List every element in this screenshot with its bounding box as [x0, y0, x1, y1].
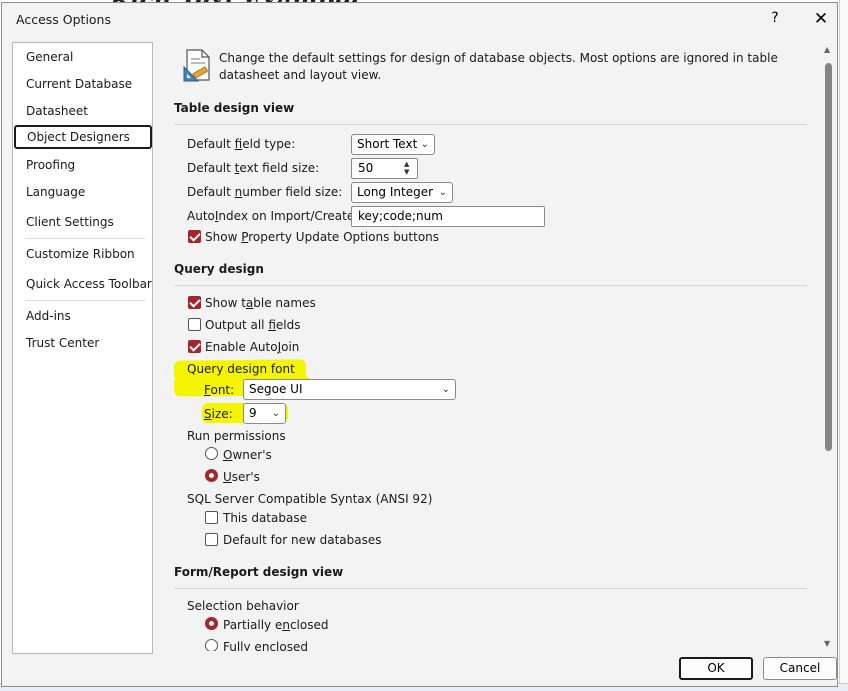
section-title-table-design: Table design view	[174, 101, 295, 115]
nav-item-object-designers[interactable]: Object Designers	[14, 125, 152, 149]
selection-behavior-label: Selection behavior	[187, 599, 299, 613]
cancel-button[interactable]: Cancel	[763, 657, 837, 680]
nav-item-language[interactable]: Language	[13, 180, 152, 204]
nav-item-current-database[interactable]: Current Database	[13, 72, 152, 96]
autoindex-input[interactable]: key;code;num	[351, 206, 545, 227]
spin-arrows-icon[interactable]: ▲ ▼	[404, 160, 413, 176]
sql-syntax-label: SQL Server Compatible Syntax (ANSI 92)	[187, 492, 433, 506]
ruler-document-icon	[183, 49, 210, 82]
chevron-down-icon: ⌄	[438, 187, 447, 198]
nav-item-datasheet[interactable]: Datasheet	[13, 99, 152, 123]
default-text-size-label: Default text field size:	[187, 161, 320, 175]
users-label: User's	[223, 470, 260, 484]
default-number-size-select[interactable]: Long Integer ⌄	[351, 182, 453, 203]
title-bar: Access Options ? ✕	[2, 3, 837, 35]
this-database-checkbox[interactable]	[205, 511, 218, 524]
show-table-names-checkbox[interactable]	[188, 296, 201, 309]
query-font-group-label: Query design font	[187, 362, 295, 376]
query-font-label: Font:	[204, 383, 235, 397]
query-font-select[interactable]: Segoe UI ⌄	[243, 379, 456, 400]
section-divider	[174, 588, 807, 589]
intro-text-line1: Change the default settings for design o…	[219, 51, 778, 65]
show-table-names-label: Show table names	[205, 296, 316, 310]
owners-label: Owner's	[223, 448, 272, 462]
help-button[interactable]: ?	[765, 10, 785, 30]
nav-item-client-settings[interactable]: Client Settings	[13, 210, 152, 234]
nav-item-proofing[interactable]: Proofing	[13, 153, 152, 177]
enable-autojoin-checkbox[interactable]	[188, 340, 201, 353]
section-title-query-design: Query design	[174, 262, 264, 276]
nav-item-trust-center[interactable]: Trust Center	[13, 331, 152, 355]
chevron-down-icon: ⌄	[420, 139, 429, 150]
autoindex-label: AutoIndex on Import/Create:	[187, 209, 359, 223]
default-number-size-label: Default number field size:	[187, 185, 343, 199]
close-button[interactable]: ✕	[810, 9, 832, 31]
section-divider	[174, 285, 807, 286]
scroll-up-icon[interactable]: ▲	[824, 45, 830, 54]
settings-panel: Change the default settings for design o…	[162, 43, 822, 651]
query-size-select[interactable]: 9 ⌄	[243, 403, 286, 424]
scroll-down-icon[interactable]: ▼	[824, 639, 830, 648]
intro-text-line2: datasheet and layout view.	[219, 68, 382, 82]
default-new-databases-label: Default for new databases	[223, 533, 382, 547]
category-nav: General Current Database Datasheet Objec…	[12, 42, 153, 654]
output-all-fields-label: Output all fields	[205, 318, 301, 332]
fully-enclosed-radio[interactable]	[205, 639, 218, 651]
nav-item-add-ins[interactable]: Add-ins	[13, 304, 152, 328]
this-database-label: This database	[223, 511, 307, 525]
access-options-dialog: Access Options ? ✕ General Current Datab…	[1, 2, 838, 687]
property-update-checkbox[interactable]	[188, 230, 201, 243]
owners-radio[interactable]	[205, 447, 218, 460]
users-radio[interactable]	[205, 469, 218, 482]
nav-separator	[25, 238, 145, 239]
partially-enclosed-label: Partially enclosed	[223, 618, 329, 632]
chevron-down-icon: ⌄	[441, 384, 450, 395]
fully-enclosed-label: Fully enclosed	[223, 640, 308, 651]
section-divider	[174, 124, 807, 125]
section-title-form-report: Form/Report design view	[174, 565, 344, 579]
default-text-size-spinner[interactable]: 50 ▲ ▼	[351, 158, 418, 179]
default-field-type-select[interactable]: Short Text ⌄	[351, 134, 435, 155]
vertical-scrollbar[interactable]: ▲ ▼	[822, 43, 836, 653]
output-all-fields-checkbox[interactable]	[188, 318, 201, 331]
scrollbar-thumb[interactable]	[825, 63, 832, 451]
enable-autojoin-label: Enable AutoJoin	[205, 340, 300, 354]
nav-item-customize-ribbon[interactable]: Customize Ribbon	[13, 242, 152, 266]
nav-item-quick-access-toolbar[interactable]: Quick Access Toolbar	[13, 272, 152, 296]
default-field-type-label: Default field type:	[187, 137, 296, 151]
partially-enclosed-radio[interactable]	[205, 617, 218, 630]
nav-separator	[25, 300, 145, 301]
property-update-label: Show Property Update Options buttons	[205, 230, 440, 244]
ok-button[interactable]: OK	[679, 657, 753, 680]
query-size-label: Size:	[204, 407, 233, 421]
run-permissions-label: Run permissions	[187, 429, 286, 443]
background-edge	[839, 0, 848, 690]
chevron-down-icon: ⌄	[271, 408, 280, 419]
window-title: Access Options	[16, 12, 111, 27]
nav-item-general[interactable]: General	[13, 45, 152, 69]
default-new-databases-checkbox[interactable]	[205, 533, 218, 546]
